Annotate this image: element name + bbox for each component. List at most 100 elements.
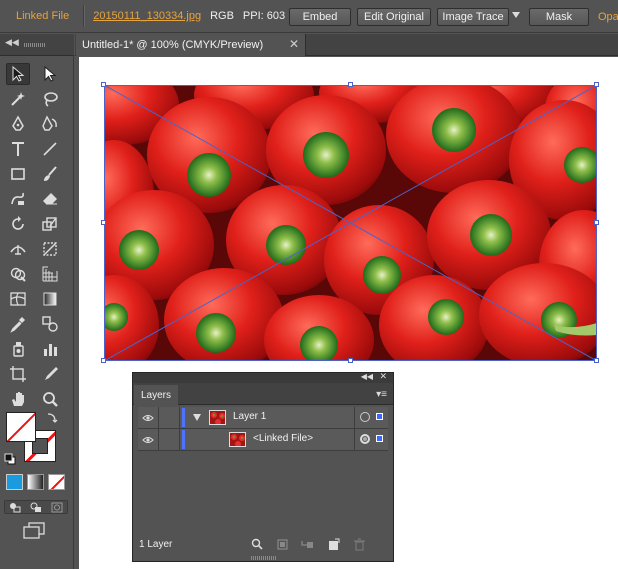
opacity-label[interactable]: Opac <box>598 11 618 23</box>
resize-handle-ne[interactable] <box>594 82 599 87</box>
panel-resize-grip[interactable] <box>251 556 277 560</box>
hand-tool-icon[interactable] <box>6 388 30 410</box>
slice-tool-icon[interactable] <box>38 363 62 385</box>
divider <box>354 429 355 450</box>
line-segment-tool-icon[interactable] <box>38 138 62 160</box>
rotate-tool-icon[interactable] <box>6 213 30 235</box>
document-tab[interactable]: Untitled-1* @ 100% (CMYK/Preview) ✕ <box>76 34 306 56</box>
mask-button[interactable]: Mask <box>529 8 589 26</box>
free-transform-tool-icon[interactable] <box>38 238 62 260</box>
resize-handle-nw[interactable] <box>101 82 106 87</box>
linked-file-label: Linked File <box>16 10 70 22</box>
draw-mode-group <box>4 500 68 514</box>
symbol-sprayer-tool-icon[interactable] <box>6 338 30 360</box>
image-trace-button[interactable]: Image Trace <box>437 8 509 26</box>
draw-normal-icon[interactable] <box>9 502 21 513</box>
lasso-tool-icon[interactable] <box>38 88 62 110</box>
layers-panel: ◀◀ ✕ Layers ▾≡ Layer 1 <Linked File> 1 L… <box>132 371 395 562</box>
paintbrush-tool-icon[interactable] <box>38 163 62 185</box>
create-new-layer-icon[interactable] <box>327 538 340 551</box>
divider <box>354 407 355 428</box>
shaper-tool-icon[interactable] <box>6 188 30 210</box>
lock-toggle[interactable] <box>159 429 180 450</box>
gradient-mode-button[interactable] <box>27 474 44 490</box>
selection-indicator[interactable] <box>376 435 383 442</box>
tools-panel-header: ◀◀ <box>0 34 74 56</box>
selection-indicator[interactable] <box>376 413 383 420</box>
collapse-panel-icon[interactable]: ◀◀ <box>5 37 19 48</box>
make-clipping-mask-icon[interactable] <box>276 538 289 551</box>
resize-handle-se[interactable] <box>594 358 599 363</box>
blend-tool-icon[interactable] <box>38 313 62 335</box>
direct-selection-tool-icon[interactable] <box>38 63 62 85</box>
target-circle-icon[interactable] <box>360 412 370 422</box>
fill-swatch[interactable] <box>6 412 36 442</box>
mesh-tool-icon[interactable] <box>6 288 30 310</box>
color-mode-button[interactable] <box>6 474 23 490</box>
visibility-eye-icon[interactable] <box>138 407 159 428</box>
none-mode-button[interactable] <box>48 474 65 490</box>
resize-handle-e[interactable] <box>594 220 599 225</box>
resize-handle-w[interactable] <box>101 220 106 225</box>
ppi-text: PPI: 603 <box>242 10 286 22</box>
expand-triangle-icon[interactable] <box>193 414 201 421</box>
column-graph-tool-icon[interactable] <box>38 338 62 360</box>
default-fill-stroke-icon[interactable] <box>4 453 16 465</box>
tools-panel <box>0 56 74 569</box>
close-icon[interactable]: ✕ <box>289 37 299 51</box>
embed-button[interactable]: Embed <box>289 8 351 26</box>
item-thumbnail <box>229 432 246 447</box>
panel-menu-icon[interactable]: ▾≡ <box>376 389 387 400</box>
visibility-eye-icon[interactable] <box>138 429 159 450</box>
gradient-tool-icon[interactable] <box>38 288 62 310</box>
draw-inside-icon[interactable] <box>51 502 63 513</box>
layer-count: 1 Layer <box>139 539 173 550</box>
layer-thumbnail <box>209 410 226 425</box>
close-panel-icon[interactable]: ✕ <box>379 371 387 382</box>
draw-behind-icon[interactable] <box>30 502 42 513</box>
document-tab-bar: Untitled-1* @ 100% (CMYK/Preview) ✕ <box>75 34 618 56</box>
item-name[interactable]: <Linked File> <box>253 433 313 444</box>
zoom-tool-icon[interactable] <box>38 388 62 410</box>
screen-mode-icon[interactable] <box>22 522 46 540</box>
lock-toggle[interactable] <box>159 407 180 428</box>
image-trace-dropdown-icon[interactable] <box>512 12 520 18</box>
linked-filename-link[interactable]: 20150111_130334.jpg <box>93 10 201 22</box>
artboard-tool-icon[interactable] <box>6 363 30 385</box>
separator <box>83 5 85 27</box>
curvature-tool-icon[interactable] <box>38 113 62 135</box>
layers-list: Layer 1 <Linked File> <box>138 407 388 537</box>
edit-original-button[interactable]: Edit Original <box>357 8 431 26</box>
locate-object-icon[interactable] <box>251 538 264 551</box>
eraser-tool-icon[interactable] <box>38 188 62 210</box>
panel-grip[interactable] <box>24 43 46 47</box>
perspective-grid-tool-icon[interactable] <box>38 263 62 285</box>
rectangle-tool-icon[interactable] <box>6 163 30 185</box>
layer-row[interactable]: <Linked File> <box>138 429 388 451</box>
resize-handle-s[interactable] <box>348 358 353 363</box>
shape-builder-tool-icon[interactable] <box>6 263 30 285</box>
resize-handle-sw[interactable] <box>101 358 106 363</box>
layer-row[interactable]: Layer 1 <box>138 407 388 429</box>
selection-tool-icon[interactable] <box>6 63 30 85</box>
delete-layer-icon[interactable] <box>353 538 366 551</box>
layer-name[interactable]: Layer 1 <box>233 411 266 422</box>
color-mode-text: RGB <box>210 10 234 22</box>
selection-diagonals <box>104 85 597 361</box>
magic-wand-tool-icon[interactable] <box>6 88 30 110</box>
layers-footer: 1 Layer <box>133 537 395 553</box>
layers-panel-titlebar[interactable]: ◀◀ ✕ <box>133 371 393 383</box>
pen-tool-icon[interactable] <box>6 113 30 135</box>
tab-layers[interactable]: Layers <box>134 385 178 405</box>
eyedropper-tool-icon[interactable] <box>6 313 30 335</box>
type-tool-icon[interactable] <box>6 138 30 160</box>
swap-fill-stroke-icon[interactable] <box>46 412 58 424</box>
collapse-panel-icon[interactable]: ◀◀ <box>361 372 373 381</box>
resize-handle-n[interactable] <box>348 82 353 87</box>
scale-tool-icon[interactable] <box>38 213 62 235</box>
width-tool-icon[interactable] <box>6 238 30 260</box>
create-sublayer-icon[interactable] <box>301 538 314 551</box>
document-tab-title: Untitled-1* @ 100% (CMYK/Preview) <box>82 39 264 51</box>
target-circle-selected-icon[interactable] <box>360 434 370 444</box>
layer-color-bar <box>182 430 185 449</box>
